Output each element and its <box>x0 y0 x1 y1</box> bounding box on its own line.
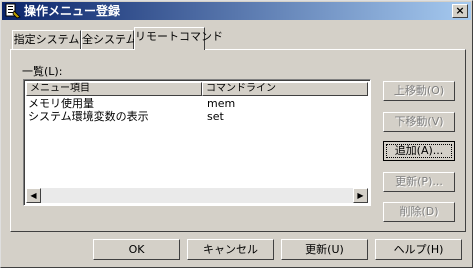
tab-all-systems[interactable]: 全システム <box>81 30 137 50</box>
help-button[interactable]: ヘルプ(H) <box>375 239 462 260</box>
app-icon <box>5 3 21 19</box>
update-button[interactable]: 更新(U) <box>281 239 368 260</box>
ok-button[interactable]: OK <box>93 239 180 260</box>
tab-panel <box>10 49 466 232</box>
cancel-button[interactable]: キャンセル <box>187 239 274 260</box>
dialog-window: 操作メニュー登録 × 指定システム 全システム リモートコマンド 一覧(L): … <box>0 0 473 268</box>
window-title: 操作メニュー登録 <box>24 4 121 18</box>
title-bar[interactable]: 操作メニュー登録 × <box>2 2 471 20</box>
tab-remote-command[interactable]: リモートコマンド <box>134 27 223 50</box>
close-button[interactable]: × <box>452 4 468 18</box>
tab-specified-system[interactable]: 指定システム <box>12 30 81 50</box>
